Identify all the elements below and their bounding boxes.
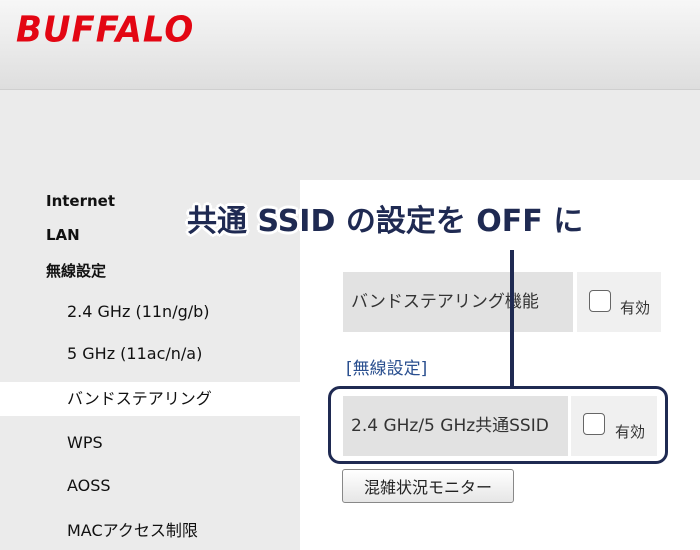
band-steering-checkbox[interactable] (589, 290, 611, 312)
sidebar-item-5ghz[interactable]: 5 GHz (11ac/n/a) (0, 337, 300, 371)
highlight-frame (328, 386, 668, 464)
band-steering-check-cell: 有効 (577, 272, 661, 332)
sidebar-item-wps[interactable]: WPS (0, 426, 300, 460)
header-bar: BUFFALO (0, 0, 700, 90)
buffalo-logo: BUFFALO (16, 9, 195, 51)
annotation-connector-line (510, 250, 514, 386)
sidebar-item-wireless[interactable]: 無線設定 (0, 254, 300, 288)
sidebar-item-band-steering[interactable]: バンドステアリング (0, 382, 300, 416)
sidebar-item-2-4ghz[interactable]: 2.4 GHz (11n/g/b) (0, 295, 300, 329)
annotation-caption: 共通 SSID の設定を OFF に (187, 204, 584, 239)
sidebar-item-mac-filter[interactable]: MACアクセス制限 (0, 514, 300, 548)
congestion-monitor-button[interactable]: 混雑状況モニター (342, 469, 514, 503)
sidebar-item-aoss[interactable]: AOSS (0, 469, 300, 503)
band-steering-enable-label: 有効 (620, 299, 651, 317)
band-steering-label: バンドステアリング機能 (343, 272, 573, 332)
section-title-wireless: [無線設定] (346, 359, 428, 379)
